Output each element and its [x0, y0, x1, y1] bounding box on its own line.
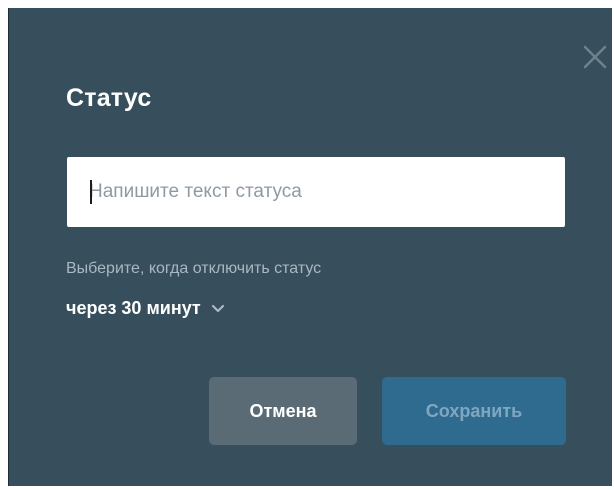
close-button[interactable] [578, 40, 612, 74]
clear-after-dropdown[interactable]: через 30 минут [66, 298, 225, 319]
cancel-button[interactable]: Отмена [209, 377, 357, 445]
clear-after-hint: Выберите, когда отключить статус [66, 260, 322, 277]
close-icon [583, 45, 607, 69]
chevron-down-icon [211, 304, 225, 314]
status-text-input[interactable] [67, 157, 565, 227]
dialog-title: Статус [66, 84, 152, 112]
save-button[interactable]: Сохранить [382, 377, 566, 445]
status-dialog: Статус Выберите, когда отключить статус … [8, 8, 612, 486]
text-caret [90, 180, 92, 204]
clear-after-value: через 30 минут [66, 298, 201, 318]
